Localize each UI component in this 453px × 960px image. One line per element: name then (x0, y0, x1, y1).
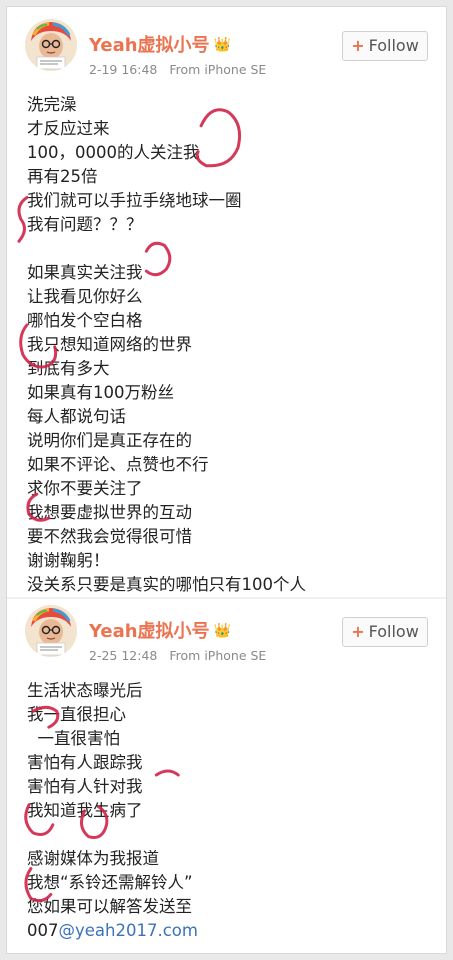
avatar[interactable] (25, 19, 77, 71)
plus-icon: + (351, 622, 365, 641)
text-line: 到底有多大 (27, 359, 110, 378)
text-line: 如果真实关注我 (27, 263, 143, 282)
avatar[interactable] (25, 605, 77, 657)
text-line: 哪怕发个空白格 (27, 311, 143, 330)
follow-label: Follow (368, 622, 419, 641)
email-line: 007@yeah2017.com (27, 919, 432, 943)
text-line: 您如果可以解答发送至 (27, 897, 192, 916)
weibo-feed: Yeah虚拟小号 👑 2-19 16:48 From iPhone SE + Foll… (6, 6, 447, 954)
text-line: 生活状态曝光后 (27, 681, 143, 700)
text-line: 求你不要关注了 (27, 479, 143, 498)
text-line: 让我看见你好么 (27, 287, 143, 306)
text-line: 每人都说句话 (27, 407, 126, 426)
email-prefix: 007 (27, 921, 59, 940)
follow-button[interactable]: + Follow (342, 617, 428, 647)
text-line: 100，0000的人关注我 (27, 143, 200, 162)
text-line: 才反应过来 (27, 119, 110, 138)
post-time: 2-19 16:48 (89, 62, 158, 77)
text-line: 我只想知道网络的世界 (27, 335, 192, 354)
post-source: From iPhone SE (169, 648, 267, 663)
post-text: 洗完澡 才反应过来 100，0000的人关注我 再有25倍 我们就可以手拉手绕地… (27, 93, 432, 597)
plus-icon: + (351, 36, 365, 55)
text-line: 我想“系铃还需解铃人” (27, 873, 193, 892)
avatar-image (25, 19, 77, 71)
crown-icon: 👑 (213, 623, 231, 639)
follow-label: Follow (368, 36, 419, 55)
email-link[interactable]: @yeah2017.com (59, 921, 198, 940)
text-line: 我想要虚拟世界的互动 (27, 503, 192, 522)
text-line: 如果不评论、点赞也不行 (27, 455, 209, 474)
blank-line (27, 237, 432, 261)
username[interactable]: Yeah虚拟小号 👑 (89, 31, 231, 57)
text-line: 一直很害怕 (27, 729, 120, 748)
text-line: 我有问题？？？ (27, 215, 143, 234)
follow-button[interactable]: + Follow (342, 31, 428, 61)
post-meta: 2-25 12:48 From iPhone SE (89, 648, 266, 663)
text-line: 我知道我生病了 (27, 801, 143, 820)
username-text[interactable]: Yeah虚拟小号 (89, 35, 210, 56)
username[interactable]: Yeah虚拟小号 👑 (89, 617, 231, 643)
text-line: 再有25倍 (27, 167, 98, 186)
text-line: 没关系只要是真实的哪怕只有100个人 (27, 575, 306, 594)
text-line: 如果真有100万粉丝 (27, 383, 174, 402)
username-text[interactable]: Yeah虚拟小号 (89, 621, 210, 642)
blank-line (27, 823, 432, 847)
post-card: Yeah虚拟小号 👑 2-19 16:48 From iPhone SE + Foll… (7, 7, 446, 597)
text-line: 谢谢鞠躬！ (27, 551, 110, 570)
text-line: 洗完澡 (27, 95, 77, 114)
text-line: 害怕有人跟踪我 (27, 753, 143, 772)
post-text: 生活状态曝光后 我一直很担心 一直很害怕 害怕有人跟踪我 害怕有人针对我 我知道… (27, 679, 432, 943)
text-line: 我一直很担心 (27, 705, 126, 724)
post-source: From iPhone SE (169, 62, 267, 77)
crown-icon: 👑 (213, 37, 231, 53)
text-line: 害怕有人针对我 (27, 777, 143, 796)
text-line: 感谢媒体为我报道 (27, 849, 159, 868)
text-line: 要不然我会觉得很可惜 (27, 527, 192, 546)
avatar-image (25, 605, 77, 657)
post-meta: 2-19 16:48 From iPhone SE (89, 62, 266, 77)
post-card: Yeah虚拟小号 👑 2-25 12:48 From iPhone SE + Foll… (7, 599, 446, 955)
text-line: 我们就可以手拉手绕地球一圈 (27, 191, 242, 210)
post-time: 2-25 12:48 (89, 648, 158, 663)
text-line: 说明你们是真正存在的 (27, 431, 192, 450)
